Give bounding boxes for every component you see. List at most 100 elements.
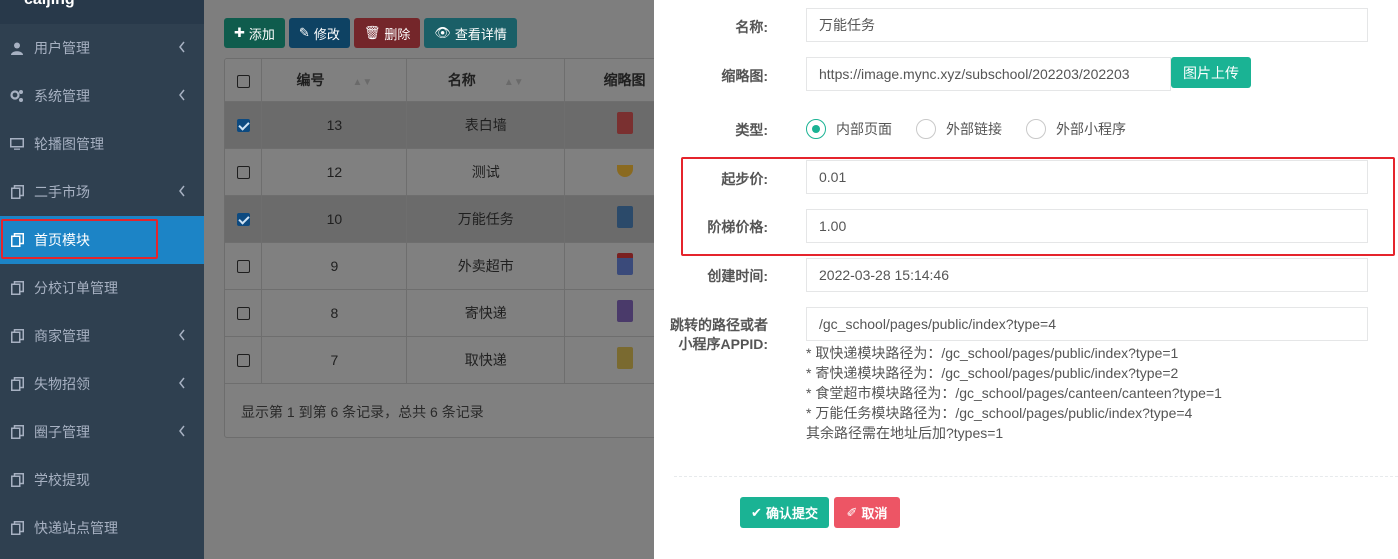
created-time-input[interactable]: 2022-03-28 15:14:46 [806,258,1368,292]
row-checkbox[interactable] [236,119,250,133]
cell-name: 寄快递 [406,289,566,337]
trash-icon: 🗑 [363,25,381,40]
thumbnail-image [616,112,633,134]
sidebar-item-label: 失物招领 [34,376,90,392]
name-input[interactable]: 万能任务 [806,8,1368,42]
chevron-left-icon [179,89,185,101]
table-row[interactable]: 9 外卖超市 [225,242,663,290]
row-checkbox-cell [225,336,263,384]
form-divider [674,476,1398,477]
select-all-cell [225,59,263,102]
sidebar-item-banner-management[interactable]: 轮播图管理 [0,120,204,168]
add-label: 添加 [248,26,275,42]
add-button[interactable]: ✚ 添加 [224,18,285,48]
sort-icon: ▲▼ [503,76,524,88]
cell-thumbnail [564,336,663,384]
sidebar-item-circle-management[interactable]: 圈子管理 [0,408,204,456]
copy-icon [10,473,24,487]
sidebar-item-lost-and-found[interactable]: 失物招领 [0,360,204,408]
sidebar-item-merchant-management[interactable]: 商家管理 [0,312,204,360]
chevron-left-icon [179,329,185,341]
chevron-left-icon [179,41,185,53]
table-row[interactable]: 10 万能任务 [225,195,663,243]
table-row[interactable]: 13 表白墙 [225,101,663,149]
confirm-submit-button[interactable]: ✔ 确认提交 [740,497,829,528]
path-label: 跳转的路径或者 小程序APPID: [654,316,768,354]
cell-id: 12 [261,148,408,196]
row-checkbox[interactable] [236,307,250,321]
table-row[interactable]: 7 取快递 [225,336,663,384]
row-checkbox[interactable] [236,166,250,180]
delete-button[interactable]: 🗑 删除 [353,18,421,48]
thumbnail-image [616,164,633,177]
type-option-external-miniprogram[interactable]: 外部小程序 [1026,119,1126,139]
sidebar-item-label: 学校提现 [34,472,90,488]
pagination-info: 显示第 1 到第 6 条记录，总共 6 条记录 [241,404,484,420]
sidebar-item-label: 二手市场 [34,184,90,200]
hint-line: * 寄快递模块路径为：/gc_school/pages/public/index… [806,365,1179,381]
radio-label: 内部页面 [836,121,892,137]
type-option-external-link[interactable]: 外部链接 [916,119,1002,139]
cell-thumbnail [564,242,663,290]
row-checkbox-cell [225,148,263,196]
edit-panel: 名称: 万能任务 缩略图: https://image.mync.xyz/sub… [654,0,1398,559]
radio-button[interactable] [1026,119,1046,139]
radio-label: 外部小程序 [1056,121,1126,137]
radio-button[interactable] [806,119,826,139]
row-checkbox[interactable] [236,213,250,227]
delete-label: 删除 [384,26,411,42]
column-label: 名称 [447,71,476,88]
upload-image-button[interactable]: 图片上传 [1171,57,1251,88]
toolbar: ✚ 添加 ✎ 修改 🗑 删除 👁 查看详情 [224,18,517,48]
hint-line: * 食堂超市模块路径为：/gc_school/pages/canteen/can… [806,385,1222,401]
cancel-label: 取消 [861,506,888,521]
sidebar-item-second-hand-market[interactable]: 二手市场 [0,168,204,216]
type-option-internal[interactable]: 内部页面 [806,119,892,139]
path-input[interactable]: /gc_school/pages/public/index?type=4 [806,307,1368,341]
cell-name: 表白墙 [406,101,566,149]
sidebar-item-label: 商家管理 [34,328,90,344]
thumbnail-url-input[interactable]: https://image.mync.xyz/subschool/202203/… [806,57,1171,91]
gears-icon [10,89,24,103]
main-content: ✚ 添加 ✎ 修改 🗑 删除 👁 查看详情 编号 ▲▼ 名称 ▲▼ 缩略图 13 表白墙 [204,0,664,559]
sidebar-item-school-withdrawal[interactable]: 学校提现 [0,456,204,504]
column-label: 缩略图 [603,71,646,88]
detail-label: 查看详情 [454,26,507,42]
sort-icon: ▲▼ [352,76,373,88]
path-label-line-1: 跳转的路径或者 [670,317,768,333]
cell-id: 8 [261,289,408,337]
table-row[interactable]: 8 寄快递 [225,289,663,337]
sidebar-item-system-management[interactable]: 系统管理 [0,72,204,120]
row-checkbox[interactable] [236,354,250,368]
sidebar-item-label: 首页模块 [34,232,90,248]
column-header-name[interactable]: 名称 ▲▼ [406,59,566,102]
hint-line: 其余路径需在地址后加?types=1 [806,425,1004,441]
select-all-checkbox[interactable] [236,74,250,88]
row-checkbox[interactable] [236,260,250,274]
copy-icon [10,521,24,535]
sidebar-item-express-stations[interactable]: 快递站点管理 [0,504,204,552]
sidebar-item-branch-orders[interactable]: 分校订单管理 [0,264,204,312]
thumbnail-image [616,347,633,369]
column-header-id[interactable]: 编号 ▲▼ [261,59,408,102]
radio-button[interactable] [916,119,936,139]
sidebar-item-label: 分校订单管理 [34,280,118,296]
cancel-button[interactable]: ✐ 取消 [834,497,900,528]
sidebar-item-home-modules[interactable]: 首页模块 [0,216,204,264]
eye-icon: 👁 [434,25,451,40]
column-header-thumbnail[interactable]: 缩略图 [564,59,663,102]
table-row[interactable]: 12 测试 [225,148,663,196]
view-detail-button[interactable]: 👁 查看详情 [424,18,517,48]
start-price-input[interactable]: 0.01 [806,160,1368,194]
edit-button[interactable]: ✎ 修改 [288,18,350,48]
type-label: 类型: [735,122,768,138]
cell-thumbnail [564,101,663,149]
desktop-icon [10,137,24,151]
step-price-label: 阶梯价格: [707,219,768,235]
step-price-input[interactable]: 1.00 [806,209,1368,243]
copy-icon [10,329,24,343]
cell-id: 10 [261,195,408,243]
row-checkbox-cell [225,289,263,337]
sidebar-item-user-management[interactable]: 用户管理 [0,24,204,72]
type-radio-group: 内部页面 外部链接 外部小程序 [806,119,1150,139]
